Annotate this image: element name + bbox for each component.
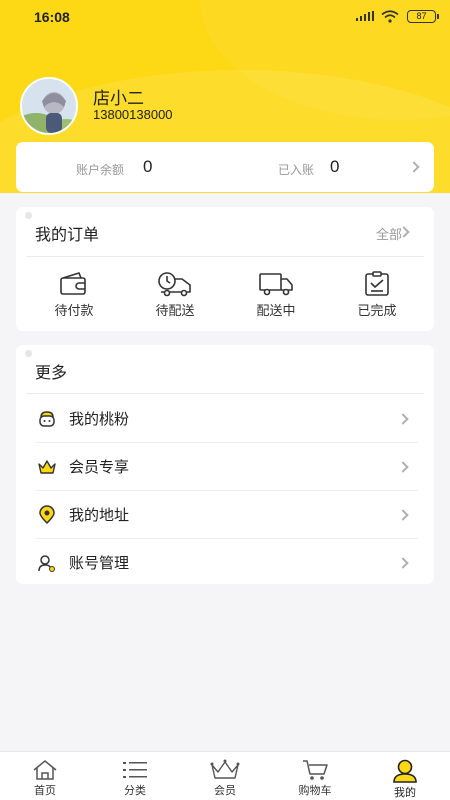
truck-icon: [259, 273, 293, 296]
tab-label: 我的: [394, 786, 416, 799]
tab-member[interactable]: 会员: [180, 752, 270, 800]
bottom-tab-bar: 首页 分类 会员 购物车 我的: [0, 751, 450, 800]
menu-item-label: 会员专享: [69, 458, 130, 476]
chevron-right-icon: [397, 461, 409, 473]
decorative-dot: [25, 212, 32, 219]
menu-item-label: 我的地址: [69, 506, 130, 524]
tab-category[interactable]: 分类: [90, 752, 180, 800]
decorative-dot: [25, 350, 32, 357]
account-balance-card[interactable]: 账户余额 0 已入账 0: [16, 142, 434, 192]
home-icon: [33, 760, 57, 780]
status-time: 16:08: [34, 9, 70, 25]
wallet-icon: [60, 272, 86, 295]
delivery-clock-icon: [158, 272, 191, 297]
divider: [26, 393, 424, 394]
order-status-label: 已完成: [357, 304, 397, 319]
user-icon: [393, 759, 417, 783]
avatar[interactable]: [20, 77, 78, 135]
settled-value: 0: [330, 157, 340, 176]
orders-title: 我的订单: [35, 225, 100, 244]
order-status-label: 配送中: [256, 304, 296, 319]
tab-label: 分类: [124, 784, 146, 797]
orders-card: 我的订单 全部 待付款 待配送 配送中 已完成: [16, 207, 434, 331]
location-pin-icon: [39, 505, 55, 525]
phone-number: 13800138000: [93, 107, 173, 122]
chevron-right-icon: [397, 509, 409, 521]
menu-item-account-management[interactable]: 账号管理: [16, 539, 434, 587]
order-status-pending-payment[interactable]: 待付款: [34, 271, 114, 319]
menu-item-label: 账号管理: [69, 554, 130, 572]
cart-icon: [303, 760, 328, 780]
battery-indicator: 87: [407, 10, 439, 23]
menu-item-my-address[interactable]: 我的地址: [16, 491, 434, 539]
tab-label: 会员: [214, 784, 236, 797]
menu-item-my-fans[interactable]: 我的桃粉: [16, 395, 434, 443]
chevron-right-icon: [397, 557, 409, 569]
status-bar: 16:08 87: [0, 0, 450, 34]
order-status-delivering[interactable]: 配送中: [236, 271, 316, 319]
account-manage-icon: [38, 555, 55, 572]
signal-icon: [356, 11, 374, 21]
crown-icon: [210, 759, 240, 779]
more-card: 更多 我的桃粉 会员专享 我的地址 账号管理: [16, 345, 434, 584]
balance-label: 账户余额: [76, 163, 125, 177]
menu-item-member-exclusive[interactable]: 会员专享: [16, 443, 434, 491]
view-all-orders-link[interactable]: 全部: [376, 224, 402, 243]
divider: [26, 256, 424, 257]
tab-cart[interactable]: 购物车: [270, 752, 360, 800]
checklist-icon: [365, 271, 389, 296]
order-status-label: 待配送: [155, 304, 195, 319]
settled-label: 已入账: [278, 163, 315, 177]
tab-home[interactable]: 首页: [0, 752, 90, 800]
crown-icon: [38, 460, 56, 474]
order-status-completed[interactable]: 已完成: [337, 271, 417, 319]
more-title: 更多: [35, 363, 68, 382]
wifi-icon: [381, 10, 399, 23]
menu-item-label: 我的桃粉: [69, 410, 130, 428]
username: 店小二: [93, 89, 144, 109]
list-icon: [123, 762, 147, 778]
chevron-right-icon: [408, 161, 420, 173]
tab-label: 购物车: [298, 784, 332, 797]
order-status-label: 待付款: [54, 304, 94, 319]
tab-mine[interactable]: 我的: [360, 752, 450, 800]
order-status-pending-delivery[interactable]: 待配送: [135, 271, 215, 319]
fans-icon: [39, 411, 55, 427]
tab-label: 首页: [34, 784, 56, 797]
balance-value: 0: [143, 157, 153, 176]
chevron-right-icon: [397, 413, 409, 425]
